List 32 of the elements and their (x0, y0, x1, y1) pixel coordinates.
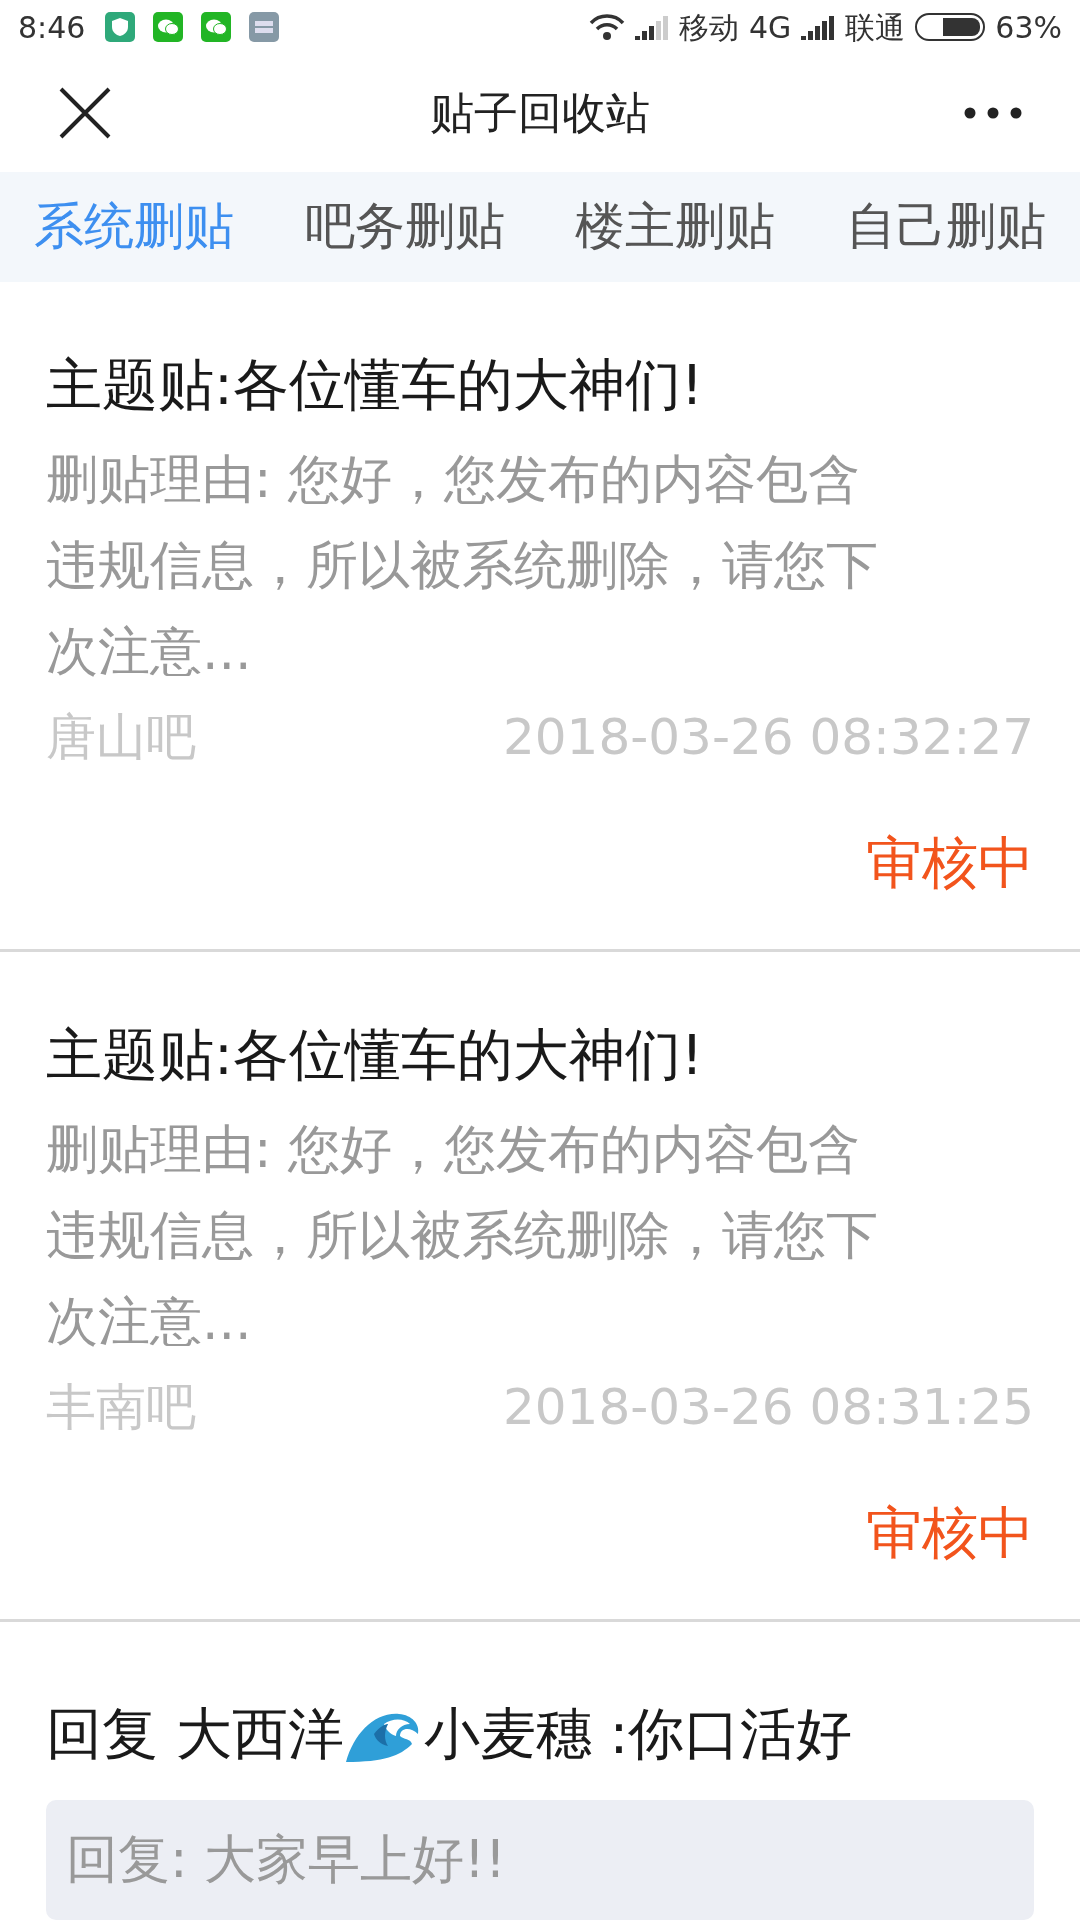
delete-reason: 违规信息，所以被系统删除，请您下 (46, 534, 879, 597)
signal-icon (634, 14, 669, 41)
post-title[interactable]: 主题贴:各位懂车的大神们! (46, 1020, 1034, 1090)
tab[interactable]: 吧务删贴 (304, 189, 505, 265)
notes-icon (249, 12, 280, 43)
chat-icon (201, 12, 232, 43)
network-label: 4G (748, 8, 792, 47)
post-title[interactable]: 主题贴:各位懂车的大神们! (46, 350, 1034, 420)
more-icon[interactable] (964, 107, 1022, 119)
delete-reason: 次注意... (46, 1290, 253, 1353)
review-status: 审核中 (866, 829, 1034, 897)
wifi-icon (588, 13, 625, 42)
delete-reason: 次注意... (46, 620, 253, 683)
carrier-label: 移动 (678, 8, 739, 47)
close-icon[interactable] (58, 86, 112, 140)
review-status: 审核中 (866, 1499, 1034, 1567)
delete-reason: 删贴理由: 您好，您发布的内容包含 (46, 448, 862, 511)
battery-icon (915, 13, 986, 42)
quoted-reply: 回复: 大家早上好!! (66, 1829, 506, 1889)
delete-reason: 删贴理由: 您好，您发布的内容包含 (46, 1118, 862, 1181)
tab[interactable]: 自己删贴 (845, 189, 1046, 265)
carrier-label: 联通 (845, 8, 906, 47)
chat-icon (153, 12, 184, 43)
signal-icon (801, 14, 836, 41)
status-time: 8:46 (18, 8, 86, 47)
battery-percent: 63% (995, 8, 1062, 47)
reply-title[interactable]: 回复 大西洋 (46, 1692, 344, 1776)
delete-reason: 违规信息，所以被系统删除，请您下 (46, 1204, 879, 1267)
page-title: 贴子回收站 (430, 86, 650, 140)
shield-icon (105, 12, 136, 43)
reply-title[interactable]: 小麦穗 :你口活好 (423, 1692, 853, 1776)
tab[interactable]: 楼主删贴 (575, 189, 776, 265)
